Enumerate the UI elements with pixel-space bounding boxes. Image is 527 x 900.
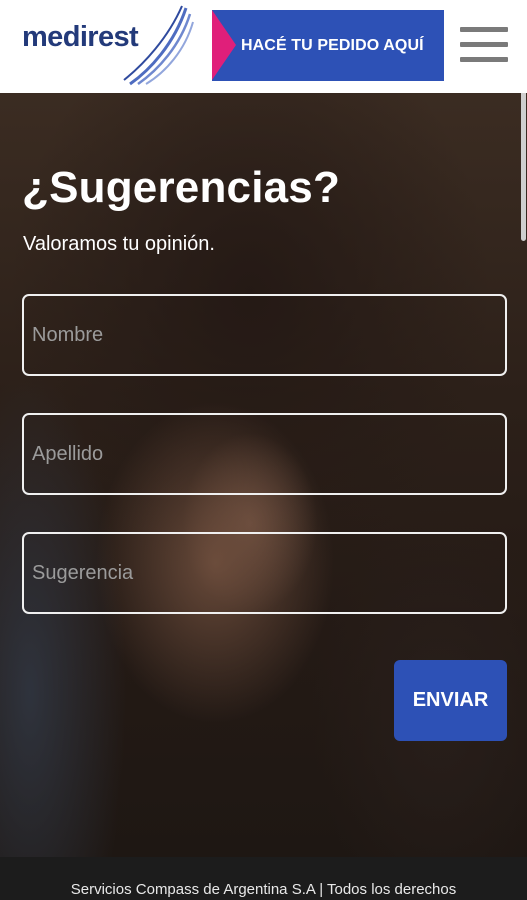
hamburger-menu-icon[interactable] [458, 24, 510, 66]
site-footer: Servicios Compass de Argentina S.A | Tod… [0, 857, 527, 900]
suggestion-input[interactable] [22, 532, 507, 614]
menu-bar-top [460, 27, 508, 32]
scrollbar[interactable] [519, 93, 527, 857]
medirest-logo[interactable]: medirest [20, 4, 198, 88]
site-header: medirest HACÉ TU PEDIDO AQUÍ [0, 0, 527, 93]
submit-button[interactable]: ENVIAR [394, 660, 507, 741]
page-subtitle: Valoramos tu opinión. [23, 233, 215, 255]
scrollbar-thumb[interactable] [521, 93, 526, 241]
first-name-input[interactable] [22, 294, 507, 376]
menu-bar-bottom [460, 57, 508, 62]
footer-copyright: Servicios Compass de Argentina S.A | Tod… [70, 881, 457, 898]
menu-bar-middle [460, 42, 508, 47]
order-here-label: HACÉ TU PEDIDO AQUÍ [241, 37, 424, 54]
pink-accent-shape [212, 10, 236, 80]
last-name-input[interactable] [22, 413, 507, 495]
order-here-button[interactable]: HACÉ TU PEDIDO AQUÍ [212, 10, 444, 81]
suggestions-section: ¿Sugerencias? Valoramos tu opinión. ENVI… [0, 93, 527, 857]
page-title: ¿Sugerencias? [22, 163, 341, 212]
logo-swoosh-icon [123, 5, 194, 86]
